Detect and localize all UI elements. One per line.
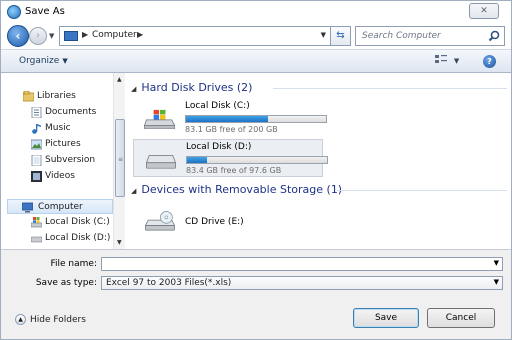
file-list-pane: ◢ Hard Disk Drives (2) Local Disk (C:) 83… <box>127 73 511 249</box>
nav-label: Libraries <box>37 91 76 101</box>
address-dropdown-icon[interactable]: ▼ <box>321 31 326 39</box>
group-title: Hard Disk Drives (2) <box>141 81 253 94</box>
nav-item-music[interactable]: Music <box>1 121 113 136</box>
back-button[interactable]: ‹ <box>7 25 29 47</box>
breadcrumb-arrow-icon[interactable]: ▶ <box>82 30 88 39</box>
view-options-icon <box>435 55 447 63</box>
nav-label: Local Disk (D:) <box>45 233 111 243</box>
collapse-triangle-icon[interactable]: ◢ <box>131 187 136 195</box>
title-bar: Save As ✕ <box>1 1 511 23</box>
drive-item-e[interactable]: CD Drive (E:) <box>133 207 323 245</box>
navigation-scrollbar[interactable]: ▲ ≡ ▼ <box>113 73 125 249</box>
nav-label: Computer <box>38 202 83 212</box>
videos-icon <box>31 171 42 182</box>
save-button[interactable]: Save <box>353 308 419 328</box>
group-header-hard-disk-drives[interactable]: ◢ Hard Disk Drives (2) <box>131 81 252 97</box>
save-as-type-select[interactable]: Excel 97 to 2003 Files(*.xls) ▼ <box>101 276 503 290</box>
nav-label: Subversion <box>45 155 96 165</box>
nav-item-videos[interactable]: Videos <box>1 169 113 184</box>
refresh-button[interactable]: ⇆ <box>331 26 351 46</box>
window-title: Save As <box>25 6 65 17</box>
group-divider <box>337 190 507 191</box>
nav-item-computer[interactable]: Computer <box>7 199 113 214</box>
internet-explorer-icon <box>7 5 21 19</box>
save-as-type-label: Save as type: <box>35 278 97 288</box>
forward-button[interactable]: › <box>29 27 47 45</box>
save-as-type-value: Excel 97 to 2003 Files(*.xls) <box>106 278 232 288</box>
chevron-down-icon: ▼ <box>62 57 68 65</box>
change-view-button[interactable]: ▼ <box>435 55 463 69</box>
nav-item-pictures[interactable]: Pictures <box>1 137 113 152</box>
navigation-pane: Libraries Documents Music Pictures Subve… <box>1 73 125 249</box>
drive-usage-bar <box>186 156 328 164</box>
documents-icon <box>31 107 42 118</box>
hide-folders-button[interactable]: ▲ Hide Folders <box>15 314 86 325</box>
address-bar[interactable]: ▶ Computer ▶ ▼ <box>59 26 331 46</box>
nav-label: Pictures <box>45 139 81 149</box>
nav-item-local-disk-c[interactable]: Local Disk (C:) <box>1 215 113 230</box>
breadcrumb-arrow-icon[interactable]: ▶ <box>137 30 143 39</box>
scroll-down-icon[interactable]: ▼ <box>117 239 122 246</box>
recent-pages-dropdown-icon[interactable]: ▼ <box>49 32 54 40</box>
drive-item-d[interactable]: Local Disk (D:) 83.4 GB free of 97.6 GB <box>133 139 328 177</box>
nav-label: Documents <box>45 107 97 117</box>
drive-name: CD Drive (E:) <box>185 217 244 227</box>
cd-drive-icon <box>144 211 176 231</box>
chevron-down-icon: ▼ <box>453 56 460 65</box>
search-placeholder: Search Computer <box>362 31 441 41</box>
hard-drive-icon <box>31 236 42 243</box>
windows-drive-icon <box>144 109 176 129</box>
navigation-bar: ‹ › ▼ ▶ Computer ▶ ▼ ⇆ Search Computer <box>1 23 511 49</box>
group-title: Devices with Removable Storage (1) <box>141 183 343 196</box>
grip-icon: ≡ <box>118 156 124 163</box>
search-input[interactable]: Search Computer <box>355 26 505 46</box>
drive-usage-fill <box>186 116 268 122</box>
drive-name: Local Disk (C:) <box>185 101 250 111</box>
nav-label: Local Disk (C:) <box>45 217 110 227</box>
organize-label: Organize <box>19 56 60 66</box>
chevron-down-icon[interactable]: ▼ <box>494 278 499 286</box>
nav-item-local-disk-d[interactable]: Local Disk (D:) <box>1 231 113 246</box>
drive-name: Local Disk (D:) <box>186 142 252 152</box>
collapse-triangle-icon[interactable]: ◢ <box>131 85 136 93</box>
pictures-icon <box>31 139 42 150</box>
group-divider <box>273 88 507 89</box>
chevron-up-icon: ▲ <box>15 314 26 325</box>
file-name-label: File name: <box>50 259 97 269</box>
nav-item-libraries[interactable]: Libraries <box>1 89 113 104</box>
search-icon[interactable] <box>488 30 500 42</box>
drive-usage-bar <box>185 115 327 123</box>
save-form-area: File name: ▼ Save as type: Excel 97 to 2… <box>1 249 511 339</box>
hide-folders-label: Hide Folders <box>30 315 86 325</box>
subversion-icon <box>31 155 42 166</box>
file-name-field[interactable]: ▼ <box>101 257 503 271</box>
music-icon <box>32 124 41 134</box>
scroll-up-icon[interactable]: ▲ <box>117 76 122 83</box>
hard-drive-icon <box>145 155 177 169</box>
computer-icon <box>22 202 33 213</box>
organize-menu[interactable]: Organize ▼ <box>19 56 68 66</box>
save-as-dialog: Save As ✕ ‹ › ▼ ▶ Computer ▶ ▼ ⇆ Search … <box>0 0 512 340</box>
drive-free-space: 83.1 GB free of 200 GB <box>185 125 278 134</box>
command-toolbar: Organize ▼ ▼ ? <box>1 49 511 73</box>
nav-item-documents[interactable]: Documents <box>1 105 113 120</box>
windows-drive-icon <box>31 217 42 228</box>
close-button[interactable]: ✕ <box>469 3 499 19</box>
drive-usage-fill <box>187 157 208 163</box>
drive-item-c[interactable]: Local Disk (C:) 83.1 GB free of 200 GB <box>133 99 327 137</box>
libraries-icon <box>23 91 34 102</box>
scrollbar-thumb[interactable]: ≡ <box>115 119 125 197</box>
breadcrumb-computer[interactable]: Computer <box>92 30 137 40</box>
cancel-button[interactable]: Cancel <box>427 308 495 328</box>
computer-icon <box>64 31 78 41</box>
help-button[interactable]: ? <box>483 55 496 68</box>
nav-label: Videos <box>45 171 75 181</box>
chevron-down-icon[interactable]: ▼ <box>494 259 499 267</box>
group-header-removable-storage[interactable]: ◢ Devices with Removable Storage (1) <box>131 183 342 199</box>
nav-label: Music <box>45 123 71 133</box>
nav-item-subversion[interactable]: Subversion <box>1 153 113 168</box>
drive-free-space: 83.4 GB free of 97.6 GB <box>186 166 282 175</box>
